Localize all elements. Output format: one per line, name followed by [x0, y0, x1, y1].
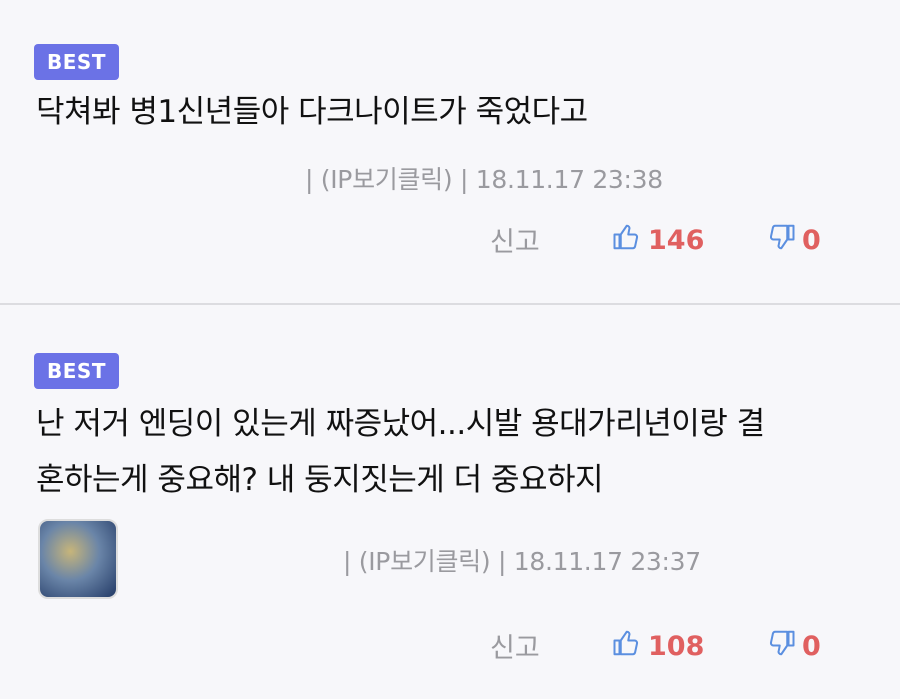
like-count: 108 — [648, 631, 705, 662]
dislike-count: 0 — [802, 631, 821, 662]
comment-text-line-1: 난 저거 엔딩이 있는게 짜증났어...시발 용대가리년이랑 결 — [36, 406, 765, 442]
comment-1: BEST 닥쳐봐 병1신년들아 다크나이트가 죽었다고 | (IP보기클릭) |… — [0, 0, 900, 305]
dislike-count: 0 — [802, 225, 821, 256]
comment-meta[interactable]: | (IP보기클릭) | 18.11.17 23:37 — [343, 542, 701, 578]
user-avatar[interactable] — [38, 519, 118, 599]
comment-text-line-2: 혼하는게 중요해? 내 둥지짓는게 더 중요하지 — [36, 462, 604, 498]
thumbs-down-icon — [766, 222, 802, 259]
like-button[interactable]: 108 — [612, 628, 704, 665]
comment-meta[interactable]: | (IP보기클릭) | 18.11.17 23:38 — [305, 160, 663, 196]
dislike-button[interactable]: 0 — [766, 222, 821, 259]
report-button[interactable]: 신고 — [490, 220, 540, 259]
comment-2: BEST 난 저거 엔딩이 있는게 짜증났어...시발 용대가리년이랑 결 혼하… — [0, 304, 900, 699]
comment-text: 닥쳐봐 병1신년들아 다크나이트가 죽었다고 — [36, 94, 588, 130]
best-badge: BEST — [34, 353, 119, 389]
dislike-button[interactable]: 0 — [766, 628, 821, 665]
best-badge: BEST — [34, 44, 119, 80]
thumbs-up-icon — [612, 222, 648, 259]
thumbs-down-icon — [766, 628, 802, 665]
report-button[interactable]: 신고 — [490, 626, 540, 665]
like-button[interactable]: 146 — [612, 222, 704, 259]
like-count: 146 — [648, 225, 705, 256]
thumbs-up-icon — [612, 628, 648, 665]
